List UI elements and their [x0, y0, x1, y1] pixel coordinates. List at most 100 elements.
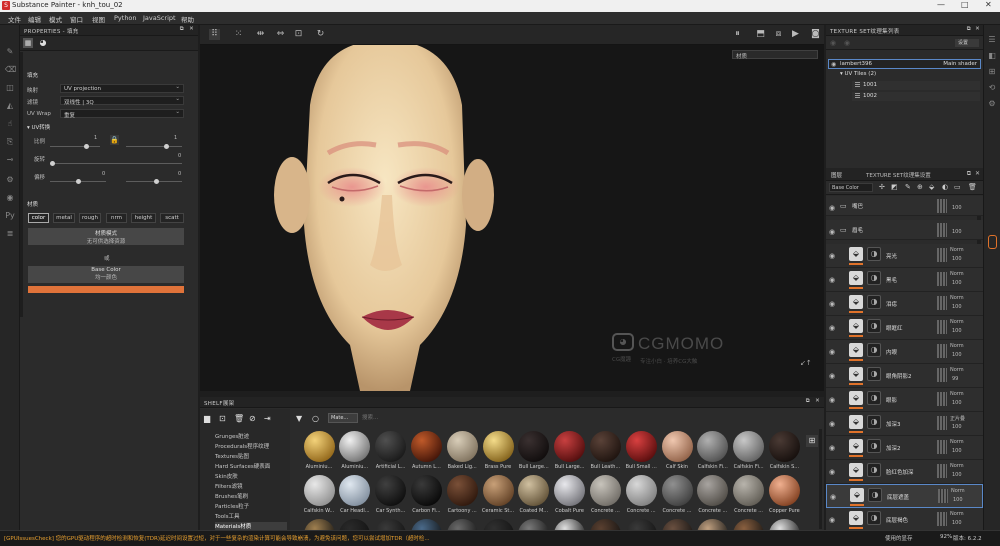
uv-tile-1002[interactable]: 1002: [852, 92, 980, 101]
material-thumbnail[interactable]: Calfskin Fi...: [696, 431, 730, 470]
layer-blend-mode[interactable]: 正片叠: [950, 415, 965, 422]
viewer-icon[interactable]: ◉: [5, 193, 15, 203]
layer-row[interactable]: ◉ ⬙ ◑ 加深2 Norm 100: [826, 436, 983, 460]
layer-row[interactable]: ◉ ⬙ ◑ 内眼 Norm 100: [826, 340, 983, 364]
fill-layer-icon[interactable]: ⬙: [849, 367, 863, 381]
channel-rough-toggle[interactable]: rough: [79, 213, 101, 223]
folder-icon[interactable]: ▆: [204, 414, 210, 423]
texture-set-item[interactable]: ◉ lambert396 Main shader: [828, 59, 981, 69]
add-mask-icon[interactable]: ◩: [891, 183, 898, 191]
menu-view[interactable]: 视图: [92, 14, 105, 24]
mask-icon[interactable]: ◑: [867, 511, 881, 525]
mask-icon[interactable]: ◑: [867, 391, 881, 405]
material-tab-icon[interactable]: ◕: [38, 38, 48, 48]
material-thumbnail[interactable]: [553, 519, 587, 530]
eye-icon[interactable]: ◉: [829, 468, 835, 476]
video-icon[interactable]: ▶: [790, 29, 801, 40]
layer-opacity[interactable]: 100: [953, 497, 963, 503]
material-thumbnail[interactable]: [481, 519, 515, 530]
mask-icon[interactable]: ◑: [867, 439, 881, 453]
texture-set-settings-button[interactable]: 设置: [955, 39, 979, 47]
eye-icon[interactable]: ◉: [829, 300, 835, 308]
material-thumbnail[interactable]: Copper Pure: [767, 475, 801, 514]
fill-layer-icon[interactable]: ⬙: [849, 319, 863, 333]
paint-brush-icon[interactable]: ✎: [5, 47, 15, 57]
layer-row[interactable]: ◉ ⬙ ◑ 底层遮盖 Norm 100: [826, 484, 983, 508]
layer-row[interactable]: ◉ ⬙ ◑ 加深3 正片叠 100: [826, 412, 983, 436]
layer-blend-mode[interactable]: Norm: [950, 439, 964, 445]
shelf-category[interactable]: Particles粒子: [215, 502, 249, 510]
material-thumbnail[interactable]: Concrete ...: [588, 475, 622, 514]
mask-icon[interactable]: ◑: [867, 295, 881, 309]
mode-2d-icon[interactable]: ⧈: [773, 29, 784, 40]
material-thumbnail[interactable]: Carbon Fi...: [409, 475, 443, 514]
material-thumbnail[interactable]: Aluminiu...: [302, 431, 336, 470]
add-layer-icon[interactable]: ⊕: [917, 183, 923, 191]
screenshot-icon[interactable]: ◙: [810, 29, 821, 40]
polyfill-icon[interactable]: ◭: [5, 101, 15, 111]
channel-metal-toggle[interactable]: metal: [53, 213, 75, 223]
fill-layer-icon[interactable]: ⬙: [849, 439, 863, 453]
mask-icon[interactable]: ◑: [867, 271, 881, 285]
trash-icon[interactable]: 🗑: [234, 414, 244, 423]
offset-x-knob[interactable]: [76, 179, 81, 184]
channel-height-toggle[interactable]: height: [131, 213, 156, 223]
eye-icon[interactable]: ◉: [829, 276, 835, 284]
eye-icon[interactable]: ◉: [829, 396, 835, 404]
eraser-icon[interactable]: ⌫: [5, 65, 16, 75]
frame-icon[interactable]: ⊡: [293, 29, 304, 40]
search-icon[interactable]: ○: [312, 414, 319, 423]
channel-select[interactable]: Base Color: [829, 183, 873, 192]
smart-mask-icon[interactable]: ◐: [942, 183, 948, 191]
fill-properties-tab-icon[interactable]: ▦: [23, 38, 33, 48]
close-button[interactable]: ✕: [985, 0, 992, 9]
uv-tile-1001[interactable]: 1001: [852, 81, 980, 90]
material-thumbnail[interactable]: Concrete ...: [696, 475, 730, 514]
material-thumbnail[interactable]: Brass Pure: [481, 431, 515, 470]
layer-row[interactable]: ◉ ▭ 嘴巴 100: [826, 196, 983, 216]
fill-layer-icon[interactable]: ⬙: [849, 463, 863, 477]
shelf-category[interactable]: Brushes笔刷: [215, 492, 248, 500]
material-thumbnail[interactable]: Autumn L...: [409, 431, 443, 470]
pause-icon[interactable]: ⏸: [732, 29, 743, 40]
menu-python[interactable]: Python: [114, 14, 137, 22]
scale-slider-2-knob[interactable]: [164, 144, 169, 149]
layer-row[interactable]: ◉ ⬙ ◑ 底层褐色 Norm 100: [826, 508, 983, 532]
channel-nrm-toggle[interactable]: nrm: [106, 213, 127, 223]
fill-layer-icon[interactable]: ⬙: [849, 511, 863, 525]
layer-blend-mode[interactable]: Norm: [950, 319, 964, 325]
shelf-category[interactable]: Hard Surfaces硬表面: [215, 462, 270, 470]
offset-y-knob[interactable]: [154, 179, 159, 184]
close-icon[interactable]: ✕: [975, 170, 980, 177]
material-thumbnail[interactable]: [696, 519, 730, 530]
clone-icon[interactable]: ⎘: [5, 137, 15, 147]
view-icon[interactable]: ◉: [844, 39, 850, 47]
add-folder-icon[interactable]: ▭: [954, 183, 961, 191]
material-mode-slot[interactable]: 材质模式 无可供选择资源: [28, 228, 184, 245]
layer-opacity[interactable]: 100: [952, 256, 962, 262]
menu-window[interactable]: 窗口: [70, 14, 83, 24]
material-thumbnail[interactable]: [517, 519, 551, 530]
mask-icon[interactable]: ◑: [867, 247, 881, 261]
grid-view-icon[interactable]: ⊞: [806, 435, 818, 447]
menu-file[interactable]: 文件: [8, 14, 21, 24]
scale-slider[interactable]: [50, 144, 100, 149]
material-thumbnail[interactable]: [338, 519, 372, 530]
mask-icon[interactable]: ◑: [868, 488, 882, 502]
layer-blend-mode[interactable]: Norm: [950, 463, 964, 469]
layer-opacity[interactable]: 100: [952, 400, 962, 406]
shelf-category[interactable]: Filters滤镜: [215, 482, 243, 490]
filter-tag[interactable]: Mate...: [328, 413, 358, 423]
layer-blend-mode[interactable]: Norm: [950, 247, 964, 253]
material-thumbnail[interactable]: [660, 519, 694, 530]
shelf-category[interactable]: Skin皮肤: [215, 472, 238, 480]
menu-edit[interactable]: 编辑: [28, 14, 41, 24]
material-thumbnail[interactable]: Calf Skin: [660, 431, 694, 470]
mask-icon[interactable]: ◑: [867, 415, 881, 429]
python-icon[interactable]: Py: [5, 211, 15, 221]
float-icon[interactable]: ⧉: [180, 26, 184, 33]
material-thumbnail[interactable]: Concrete ...: [732, 475, 766, 514]
texture-channel-select[interactable]: 材质: [732, 50, 818, 60]
material-thumbnail[interactable]: Concrete ...: [660, 475, 694, 514]
layer-row[interactable]: ◉ ⬙ ◑ 泪痣 Norm 100: [826, 292, 983, 316]
